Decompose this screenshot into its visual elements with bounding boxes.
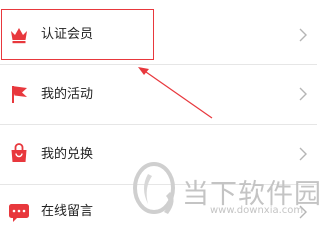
chat-bubble-icon: [8, 201, 30, 223]
watermark-url: www.downxia.com: [210, 205, 304, 216]
flag-icon: [8, 83, 30, 105]
watermark-logo-icon: [133, 162, 175, 214]
watermark: 当下软件园 www.downxia.com: [130, 158, 320, 235]
divider: [0, 64, 317, 65]
menu-item-label: 我的兑换: [41, 147, 94, 162]
menu-item-label: 在线留言: [41, 204, 94, 219]
highlight-box: [1, 9, 154, 60]
divider: [0, 124, 317, 125]
chevron-right-icon: [298, 27, 308, 43]
menu-item-my-activities[interactable]: 我的活动: [0, 66, 317, 124]
shopping-bag-icon: [8, 142, 30, 164]
menu-item-label: 我的活动: [41, 87, 94, 102]
chevron-right-icon: [298, 86, 308, 102]
